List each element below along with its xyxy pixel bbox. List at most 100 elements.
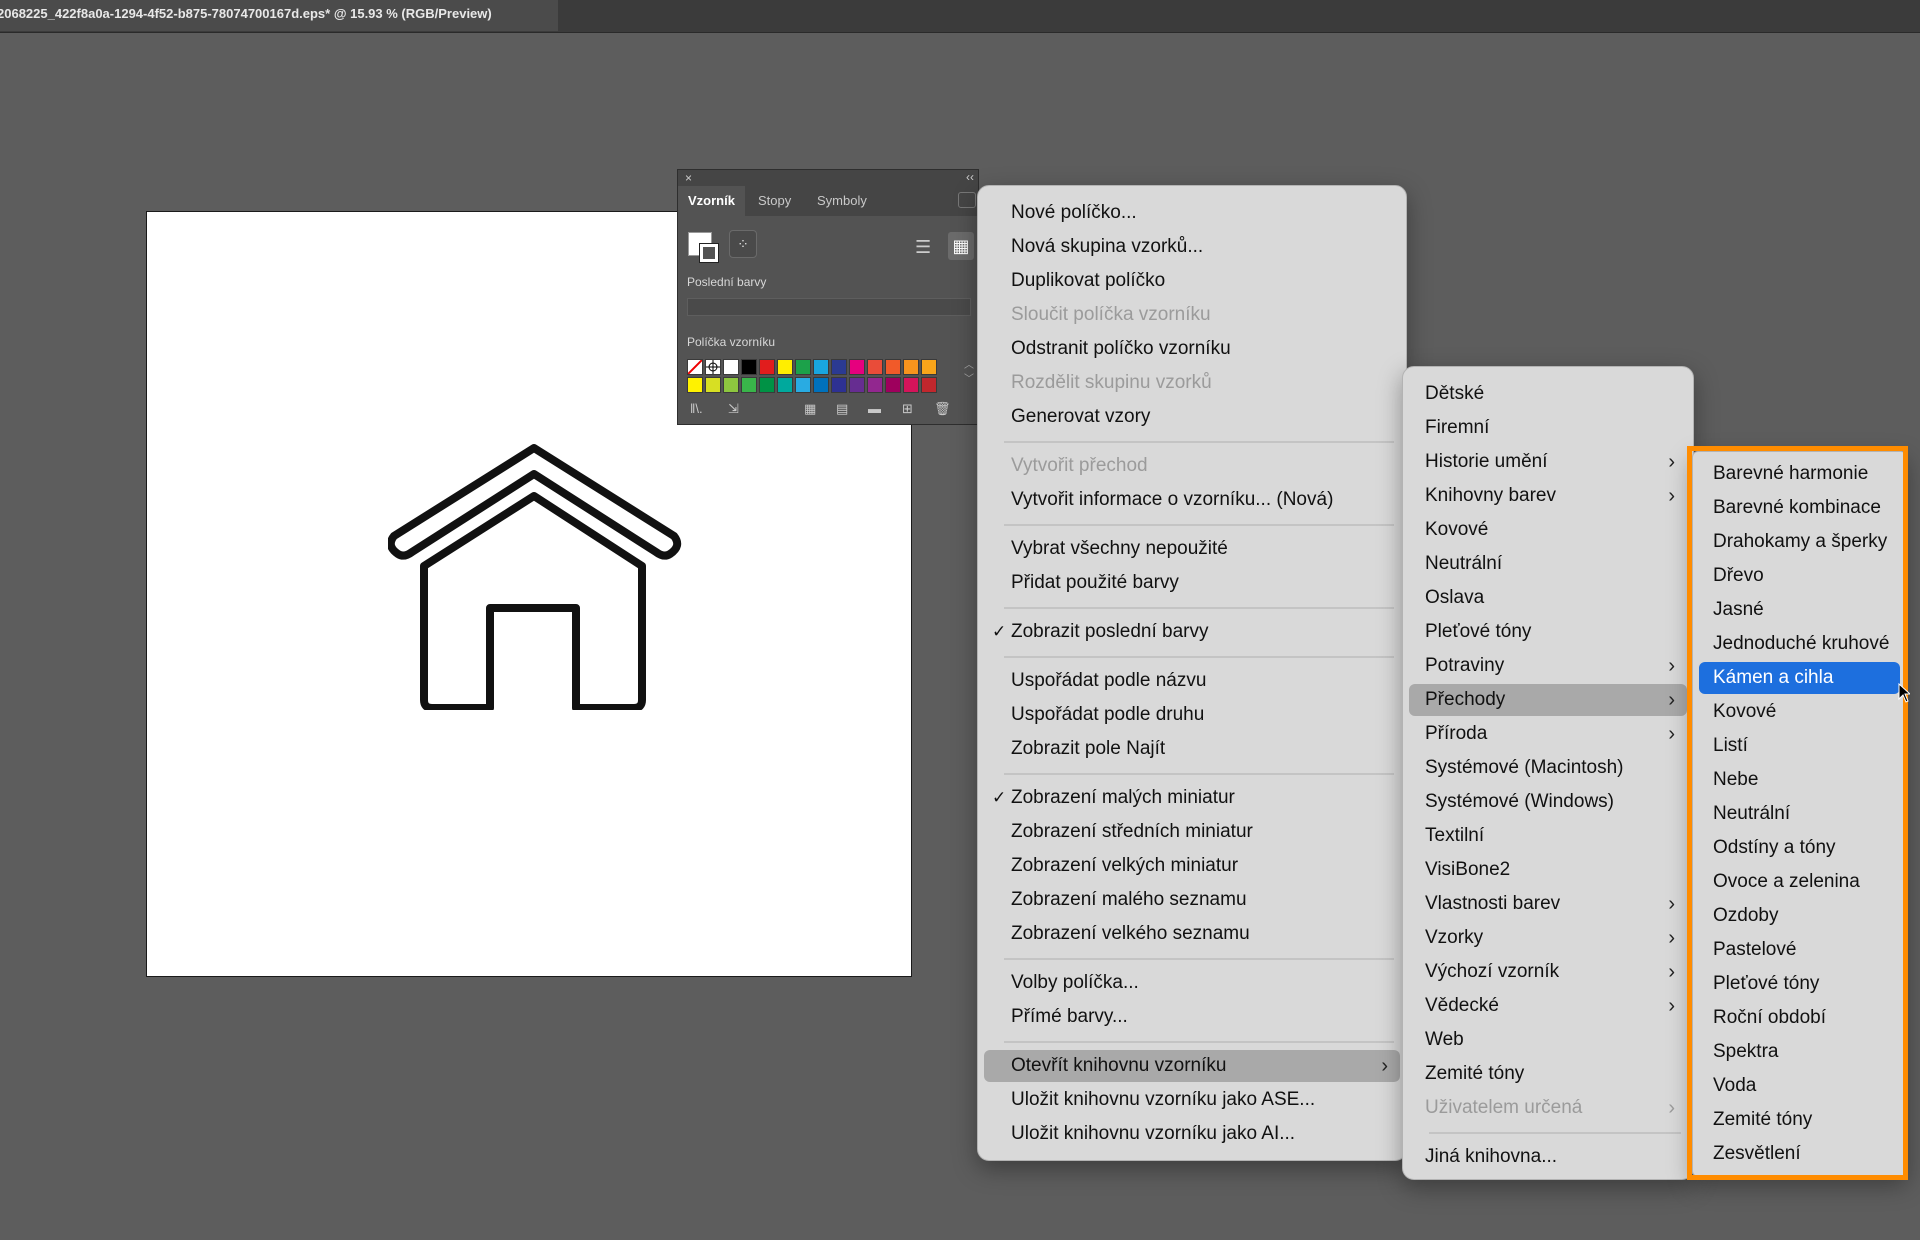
swatch[interactable] xyxy=(759,377,775,393)
main-menu-item[interactable]: Uspořádat podle druhu xyxy=(984,699,1400,731)
swatch[interactable] xyxy=(723,359,739,375)
library-menu-item[interactable]: Historie umění › xyxy=(1409,446,1687,478)
main-menu-item[interactable]: Zobrazení středních miniatur xyxy=(984,816,1400,848)
swatch[interactable] xyxy=(849,359,865,375)
close-icon[interactable]: × xyxy=(685,171,692,185)
list-view-icon[interactable]: ☰ xyxy=(915,237,931,258)
swatch[interactable] xyxy=(885,359,901,375)
swatch[interactable] xyxy=(705,377,721,393)
main-menu-item[interactable]: Přidat použité barvy xyxy=(984,567,1400,599)
swatch[interactable] xyxy=(795,377,811,393)
main-menu-item[interactable]: Uložit knihovnu vzorníku jako AI... xyxy=(984,1118,1400,1150)
swatch[interactable] xyxy=(723,377,739,393)
trash-icon[interactable]: 🗑 xyxy=(934,401,951,417)
swatch[interactable] xyxy=(921,359,937,375)
main-menu-item[interactable]: Odstranit políčko vzorníku xyxy=(984,333,1400,365)
main-menu-item[interactable]: ✓ Zobrazení malých miniatur xyxy=(984,782,1400,814)
swatch[interactable] xyxy=(795,359,811,375)
main-menu-item[interactable]: Zobrazení velkých miniatur xyxy=(984,850,1400,882)
library-menu-item[interactable]: Knihovny barev › xyxy=(1409,480,1687,512)
main-menu-item[interactable]: Zobrazit pole Najít xyxy=(984,733,1400,765)
swatch[interactable] xyxy=(813,377,829,393)
swatch[interactable] xyxy=(903,359,919,375)
main-menu-item[interactable]: Nová skupina vzorků... xyxy=(984,231,1400,263)
main-menu-item[interactable]: Zobrazení velkého seznamu xyxy=(984,918,1400,950)
swatch[interactable] xyxy=(813,359,829,375)
swatch[interactable] xyxy=(777,359,793,375)
library-menu-item[interactable]: Systémové (Windows) xyxy=(1409,786,1687,818)
main-menu-item[interactable]: Volby políčka... xyxy=(984,967,1400,999)
registration-swatch[interactable] xyxy=(705,359,721,375)
import-icon[interactable]: ⇲ xyxy=(728,401,739,417)
main-menu-item[interactable]: Uložit knihovnu vzorníku jako ASE... xyxy=(984,1084,1400,1116)
swatch[interactable] xyxy=(921,377,937,393)
swatch[interactable] xyxy=(831,377,847,393)
main-menu-item[interactable]: Vytvořit informace o vzorníku... (Nová) xyxy=(984,484,1400,516)
library-icon[interactable]: ǁ\. xyxy=(690,401,703,416)
tab-symbols[interactable]: Symboly xyxy=(807,186,877,216)
library-menu-item[interactable]: Firemní xyxy=(1409,412,1687,444)
library-menu-item[interactable]: Vlastnosti barev › xyxy=(1409,888,1687,920)
house-artwork[interactable] xyxy=(388,442,682,710)
library-menu-item[interactable]: Vzorky › xyxy=(1409,922,1687,954)
swatch[interactable] xyxy=(885,377,901,393)
document-tab[interactable]: 2068225_422f8a0a-1294-4f52-b875-78074700… xyxy=(0,0,558,31)
show-kinds-icon[interactable]: ▦ xyxy=(804,401,816,417)
collapse-icon[interactable]: ‹‹ xyxy=(966,170,974,184)
swatch[interactable] xyxy=(867,359,883,375)
main-menu-item[interactable]: Nové políčko... xyxy=(984,197,1400,229)
tab-brushes[interactable]: Stopy xyxy=(748,186,801,216)
tab-swatches[interactable]: Vzorník xyxy=(678,186,745,216)
recent-colors-strip[interactable] xyxy=(687,298,971,316)
swatch-options-footer-icon[interactable]: ▤ xyxy=(836,401,848,417)
swatch[interactable] xyxy=(867,377,883,393)
library-menu-item[interactable]: Vědecké › xyxy=(1409,990,1687,1022)
new-swatch-icon[interactable]: ⊞ xyxy=(902,401,913,417)
main-menu-item-label: Uspořádat podle druhu xyxy=(1011,704,1205,725)
library-menu-item[interactable]: Potraviny › xyxy=(1409,650,1687,682)
swatch[interactable] xyxy=(831,359,847,375)
main-menu-item-label: Rozdělit skupinu vzorků xyxy=(1011,372,1212,393)
library-menu-item[interactable]: Neutrální xyxy=(1409,548,1687,580)
fill-stroke-indicator[interactable] xyxy=(688,232,722,266)
swatch[interactable] xyxy=(741,377,757,393)
new-group-icon[interactable]: ▬ xyxy=(868,401,881,416)
library-menu-item[interactable]: Textilní xyxy=(1409,820,1687,852)
library-menu-item[interactable]: Výchozí vzorník › xyxy=(1409,956,1687,988)
swatch[interactable] xyxy=(777,377,793,393)
library-menu-item[interactable]: Dětské xyxy=(1409,378,1687,410)
main-menu-item-label: Zobrazit poslední barvy xyxy=(1011,621,1209,642)
library-menu-item[interactable]: Oslava xyxy=(1409,582,1687,614)
panel-menu-button[interactable] xyxy=(958,192,976,208)
main-menu-item-label: Zobrazení malých miniatur xyxy=(1011,787,1235,808)
swatch-scroll-arrows[interactable]: ︿ ﹀ xyxy=(964,359,974,387)
swatch[interactable] xyxy=(759,359,775,375)
swatch[interactable] xyxy=(687,377,703,393)
main-menu-item[interactable]: Otevřít knihovnu vzorníku › xyxy=(984,1050,1400,1082)
library-menu-item[interactable]: Jiná knihovna... xyxy=(1409,1141,1687,1173)
swatch[interactable] xyxy=(903,377,919,393)
library-menu-item[interactable]: Pleťové tóny xyxy=(1409,616,1687,648)
main-menu-item[interactable]: Generovat vzory xyxy=(984,401,1400,433)
library-menu-item[interactable]: Kovové xyxy=(1409,514,1687,546)
main-menu-item[interactable]: Zobrazení malého seznamu xyxy=(984,884,1400,916)
stroke-swatch[interactable] xyxy=(699,243,719,263)
swatch-options-icon[interactable]: ⁘ xyxy=(729,230,757,258)
library-menu-item[interactable]: Web xyxy=(1409,1024,1687,1056)
main-menu-item[interactable]: Duplikovat políčko xyxy=(984,265,1400,297)
main-menu-item: Sloučit políčka vzorníku xyxy=(984,299,1400,331)
chevron-right-icon: › xyxy=(1668,689,1675,711)
swatch[interactable] xyxy=(849,377,865,393)
grid-view-icon[interactable]: ▦ xyxy=(948,232,974,260)
main-menu-item[interactable]: ✓ Zobrazit poslední barvy xyxy=(984,616,1400,648)
none-swatch[interactable] xyxy=(687,359,703,375)
library-menu-item[interactable]: Zemité tóny xyxy=(1409,1058,1687,1090)
library-menu-item[interactable]: Přechody › xyxy=(1409,684,1687,716)
library-menu-item[interactable]: VisiBone2 xyxy=(1409,854,1687,886)
library-menu-item[interactable]: Příroda › xyxy=(1409,718,1687,750)
library-menu-item[interactable]: Systémové (Macintosh) xyxy=(1409,752,1687,784)
main-menu-item[interactable]: Vybrat všechny nepoužité xyxy=(984,533,1400,565)
swatch[interactable] xyxy=(741,359,757,375)
main-menu-item[interactable]: Uspořádat podle názvu xyxy=(984,665,1400,697)
main-menu-item[interactable]: Přímé barvy... xyxy=(984,1001,1400,1033)
